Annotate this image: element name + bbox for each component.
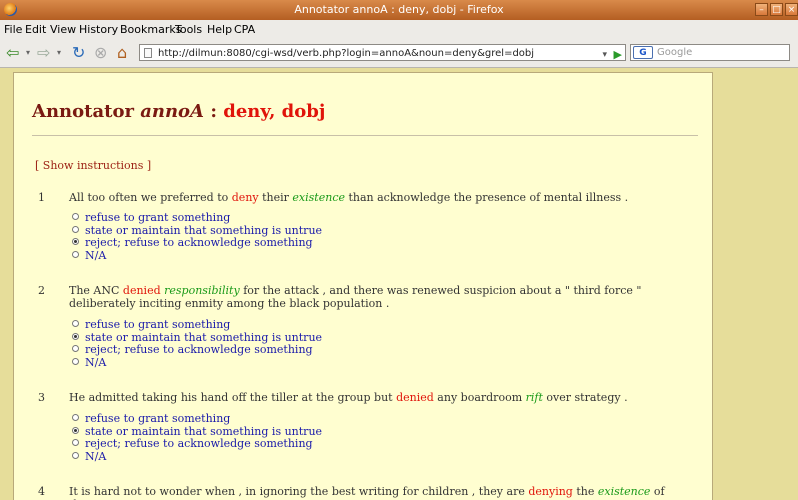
heading-separator: : — [210, 101, 217, 122]
sense-option[interactable]: N/A — [72, 249, 322, 263]
radio-button[interactable] — [72, 250, 79, 258]
sense-option[interactable]: N/A — [72, 356, 322, 370]
divider — [32, 135, 698, 136]
forward-arrow-icon[interactable]: ⇨ — [37, 44, 50, 62]
radio-button[interactable] — [72, 225, 79, 233]
annotation-panel: Annotator annoA : deny, dobj [ Show inst… — [13, 72, 713, 500]
item-number: 2 — [38, 284, 45, 297]
go-arrow-icon[interactable]: ▶ — [614, 46, 622, 63]
search-placeholder[interactable]: Google — [657, 47, 692, 58]
heading-prefix: Annotator — [32, 101, 134, 122]
url-text[interactable]: http://dilmun:8080/cgi-wsd/verb.php?logi… — [158, 45, 534, 62]
menu-cpa[interactable]: CPA — [234, 23, 255, 36]
show-instructions-link[interactable]: [ Show instructions ] — [35, 159, 151, 172]
radio-button[interactable] — [72, 320, 79, 327]
title-bar: Annotator annoA : deny, dobj - Firefox –… — [0, 0, 798, 20]
back-dropdown-icon[interactable]: ▾ — [26, 44, 30, 62]
sentence-text: He admitted taking his hand off the till… — [69, 391, 628, 404]
menu-history[interactable]: History — [79, 23, 118, 36]
argument-noun: existence — [292, 191, 345, 204]
target-verb: denying — [528, 485, 573, 498]
url-dropdown-icon[interactable]: ▾ — [602, 47, 607, 64]
sense-option[interactable]: reject; refuse to acknowledge something — [72, 343, 322, 357]
window-title: Annotator annoA : deny, dobj - Firefox — [294, 3, 504, 16]
sentence-text: All too often we preferred to deny their… — [69, 191, 629, 204]
sentence-text: The ANC denied responsibility for the at… — [69, 284, 642, 310]
menu-view[interactable]: View — [50, 23, 76, 36]
menu-file[interactable]: File — [4, 23, 22, 36]
menu-help[interactable]: Help — [207, 23, 232, 36]
back-arrow-icon[interactable]: ⇦ — [6, 44, 19, 62]
search-engine-icon[interactable]: G — [633, 46, 653, 59]
sense-option[interactable]: reject; refuse to acknowledge something — [72, 437, 322, 451]
argument-noun: existence — [597, 485, 651, 498]
stop-icon[interactable]: ⊗ — [94, 44, 107, 62]
radio-button[interactable] — [72, 451, 79, 459]
radio-button[interactable] — [72, 439, 79, 446]
reload-icon[interactable]: ↻ — [72, 44, 85, 62]
home-icon[interactable]: ⌂ — [117, 44, 127, 62]
navigation-toolbar: ⇦ ▾ ⇨ ▾ ↻ ⊗ ⌂ http://dilmun:8080/cgi-wsd… — [0, 39, 798, 68]
radio-button-selected[interactable] — [72, 426, 79, 434]
annotator-name: annoA — [140, 101, 205, 122]
radio-button[interactable] — [72, 357, 79, 365]
minimize-button[interactable]: – — [755, 3, 768, 16]
close-button[interactable]: × — [785, 3, 798, 16]
sentence-text: It is hard not to wonder when , in ignor… — [69, 485, 665, 500]
maximize-button[interactable]: □ — [770, 3, 783, 16]
menu-bar: File Edit View History Bookmarks Tools H… — [0, 20, 798, 39]
search-box[interactable]: G Google — [630, 44, 790, 61]
page-title: Annotator annoA : deny, dobj — [32, 101, 325, 122]
page-icon — [144, 48, 152, 58]
sense-option[interactable]: reject; refuse to acknowledge something — [72, 236, 322, 250]
item-number: 3 — [38, 391, 45, 404]
url-bar[interactable]: http://dilmun:8080/cgi-wsd/verb.php?logi… — [139, 44, 626, 61]
radio-button[interactable] — [72, 345, 79, 352]
radio-button[interactable] — [72, 414, 79, 421]
sense-options: refuse to grant something state or maint… — [72, 412, 322, 464]
sense-option[interactable]: N/A — [72, 450, 322, 464]
argument-noun: rift — [525, 391, 543, 404]
menu-bookmarks[interactable]: Bookmarks — [120, 23, 181, 36]
radio-button-selected[interactable] — [72, 238, 79, 245]
item-number: 1 — [38, 191, 45, 204]
target-verb: denied — [122, 284, 161, 297]
sense-options: refuse to grant something state or maint… — [72, 211, 322, 263]
argument-noun: responsibility — [164, 284, 240, 297]
radio-button[interactable] — [72, 213, 79, 220]
page-content: Annotator annoA : deny, dobj [ Show inst… — [0, 68, 798, 500]
menu-edit[interactable]: Edit — [25, 23, 46, 36]
radio-button-selected[interactable] — [72, 332, 79, 340]
menu-tools[interactable]: Tools — [175, 23, 202, 36]
verb-relation: deny, dobj — [223, 101, 326, 122]
target-verb: denied — [396, 391, 434, 404]
target-verb: deny — [231, 191, 259, 204]
item-number: 4 — [38, 485, 45, 498]
sense-options: refuse to grant something state or maint… — [72, 318, 322, 370]
forward-dropdown-icon[interactable]: ▾ — [57, 44, 61, 62]
